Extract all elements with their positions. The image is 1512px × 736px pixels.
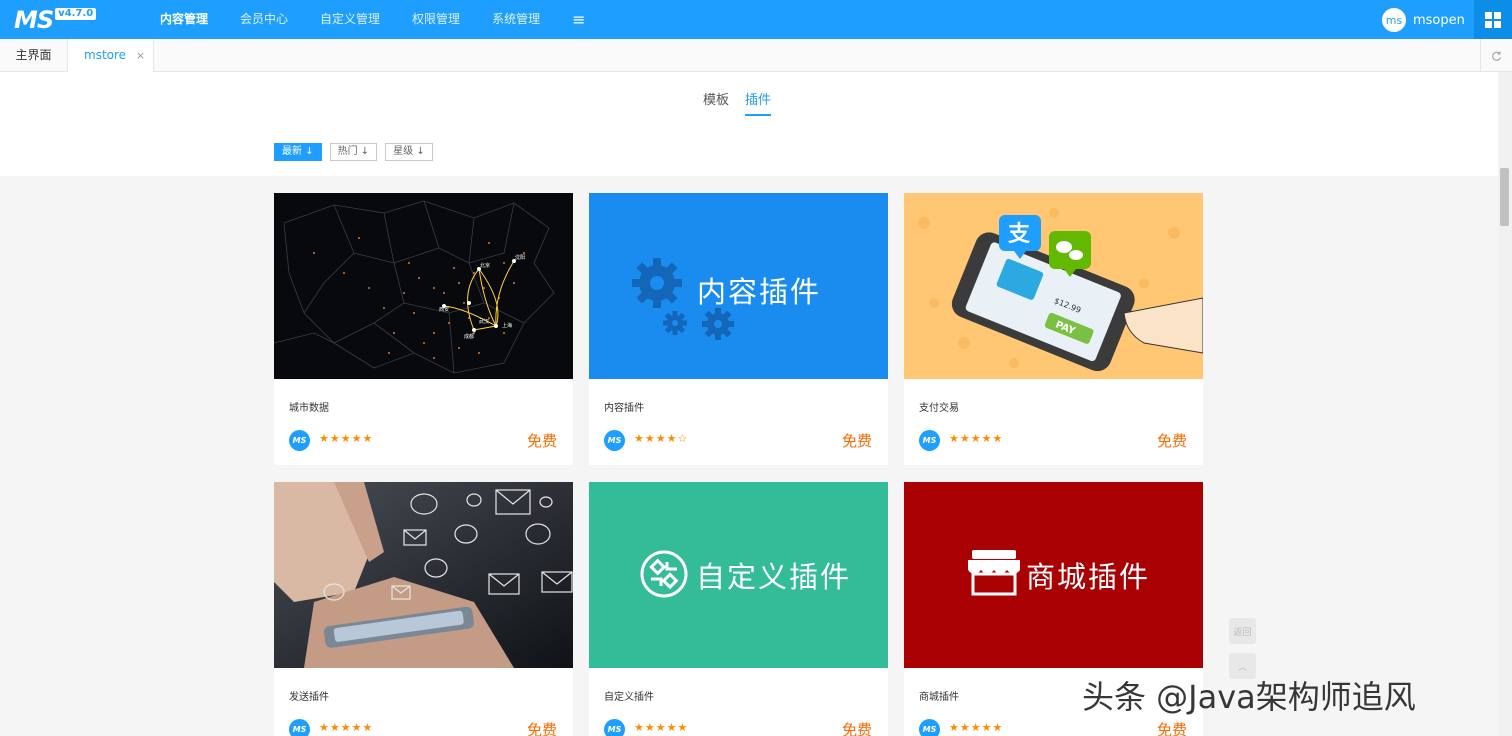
avatar: ms	[1382, 8, 1406, 32]
messaging-phone-illustration	[274, 482, 573, 668]
plugin-image-send	[274, 482, 573, 668]
ms-logo-icon: MS	[604, 430, 625, 451]
version-badge: v4.7.0	[55, 8, 97, 20]
svg-text:支: 支	[1008, 222, 1031, 247]
sort-newest-button[interactable]: 最新 ↓	[274, 143, 322, 161]
page-scrollbar[interactable]	[1498, 72, 1512, 736]
price-label: 免费	[526, 721, 557, 736]
tab-plugins[interactable]: 插件	[745, 89, 772, 116]
price-label: 免费	[1156, 721, 1187, 736]
plugin-name: 支付交易	[919, 403, 959, 414]
tab-mstore[interactable]: mstore ×	[68, 39, 154, 72]
star-rating: ★★★★★	[949, 432, 1004, 445]
map-label-beijing: 北京	[480, 262, 490, 269]
nav-item-content[interactable]: 内容管理	[160, 0, 208, 39]
close-icon[interactable]: ×	[136, 49, 145, 62]
logo[interactable]: MS v4.7.0	[14, 6, 97, 34]
plugin-image-content: 内容插件	[589, 193, 888, 379]
star-rating: ★★★★☆	[634, 432, 689, 445]
sort-buttons: 最新 ↓ 热门 ↓ 星级 ↓	[274, 143, 441, 161]
plugin-image-custom: 自定义插件	[589, 482, 888, 668]
nav-item-members[interactable]: 会员中心	[240, 0, 288, 39]
tab-home[interactable]: 主界面	[0, 39, 68, 72]
plugin-card[interactable]: 内容插件 内容插件 MS ★★★★☆ 免费	[589, 193, 888, 465]
map-label-shanghai: 上海	[502, 322, 512, 329]
top-navbar: MS v4.7.0 内容管理 会员中心 自定义管理 权限管理 系统管理 ≡ ms…	[0, 0, 1512, 39]
arrow-down-icon: ↓	[360, 146, 370, 157]
china-map-image: 北京 沈阳 西安 成都 武汉 上海	[274, 193, 573, 379]
star-rating: ★★★★★	[949, 721, 1004, 734]
plugin-name: 商城插件	[919, 692, 959, 703]
sort-stars-label: 星级	[393, 146, 414, 157]
type-tabs: 模板 插件	[703, 89, 787, 116]
ms-logo-icon: MS	[289, 719, 310, 736]
plugin-card[interactable]: PAY $12.99 支 支付交易 MS ★★★★★ 免费	[904, 193, 1203, 465]
plugin-image-title: 商城插件	[1026, 560, 1151, 594]
refresh-button[interactable]	[1480, 39, 1512, 72]
tab-templates[interactable]: 模板	[703, 89, 729, 116]
map-label-chengdu: 成都	[464, 333, 474, 340]
price-label: 免费	[526, 432, 557, 450]
sort-hot-label: 热门	[337, 146, 358, 157]
price-label: 免费	[841, 432, 872, 450]
grid-icon	[1485, 11, 1501, 28]
nav-item-permissions[interactable]: 权限管理	[412, 0, 460, 39]
filter-area: 模板 插件 最新 ↓ 热门 ↓ 星级 ↓	[0, 72, 1498, 176]
watermark: 头条 @Java架构师追风	[1082, 678, 1416, 716]
plugin-name: 城市数据	[289, 403, 329, 414]
map-label-xian: 西安	[439, 306, 449, 313]
plugin-image-shop: 商城插件	[904, 482, 1203, 668]
logo-text: MS	[14, 6, 54, 34]
ms-logo-icon: MS	[919, 719, 940, 736]
scrollbar-thumb[interactable]	[1500, 168, 1509, 226]
star-rating: ★★★★★	[634, 721, 689, 734]
ms-logo-icon: MS	[604, 719, 625, 736]
menu-icon[interactable]: ≡	[572, 0, 585, 39]
tab-mstore-label: mstore	[84, 48, 127, 62]
nav-item-custom[interactable]: 自定义管理	[320, 0, 380, 39]
phone-payment-illustration: PAY $12.99 支	[904, 193, 1203, 379]
page-tabs: 主界面 mstore ×	[0, 39, 1512, 72]
plugin-name: 发送插件	[289, 692, 329, 703]
plugin-name: 内容插件	[604, 403, 644, 414]
sort-hot-button[interactable]: 热门 ↓	[329, 143, 378, 161]
user-menu[interactable]: ms msopen	[1382, 8, 1465, 32]
plugin-card[interactable]: 自定义插件 自定义插件 MS ★★★★★ 免费	[589, 482, 888, 736]
nav-item-system[interactable]: 系统管理	[492, 0, 540, 39]
price-label: 免费	[1156, 432, 1187, 450]
user-name: msopen	[1413, 12, 1465, 28]
plugin-image-city-data: 北京 沈阳 西安 成都 武汉 上海	[274, 193, 573, 379]
plugin-image-payment: PAY $12.99 支	[904, 193, 1203, 379]
arrow-down-icon: ↓	[305, 146, 314, 157]
plugin-image-title: 自定义插件	[696, 560, 852, 594]
sort-stars-button[interactable]: 星级 ↓	[385, 143, 433, 161]
ms-logo-icon: MS	[919, 430, 940, 451]
arrow-down-icon: ↓	[416, 146, 425, 157]
main-nav: 内容管理 会员中心 自定义管理 权限管理 系统管理 ≡	[160, 0, 585, 39]
map-label-wuhan: 武汉	[479, 318, 489, 325]
plugin-card[interactable]: 发送插件 MS ★★★★★ 免费	[274, 482, 573, 736]
sort-newest-label: 最新	[282, 146, 302, 157]
plugin-card[interactable]: 北京 沈阳 西安 成都 武汉 上海 城市数据 MS ★★★★★ 免费	[274, 193, 573, 465]
refresh-icon	[1491, 51, 1501, 61]
star-rating: ★★★★★	[319, 432, 374, 445]
app-grid-button[interactable]	[1474, 0, 1512, 39]
plugin-image-title: 内容插件	[697, 275, 822, 309]
plugin-name: 自定义插件	[604, 692, 654, 703]
price-label: 免费	[841, 721, 872, 736]
ms-logo-icon: MS	[289, 430, 310, 451]
star-rating: ★★★★★	[319, 721, 374, 734]
back-button[interactable]: 返回	[1229, 618, 1256, 644]
map-label-shenyang: 沈阳	[515, 254, 525, 261]
